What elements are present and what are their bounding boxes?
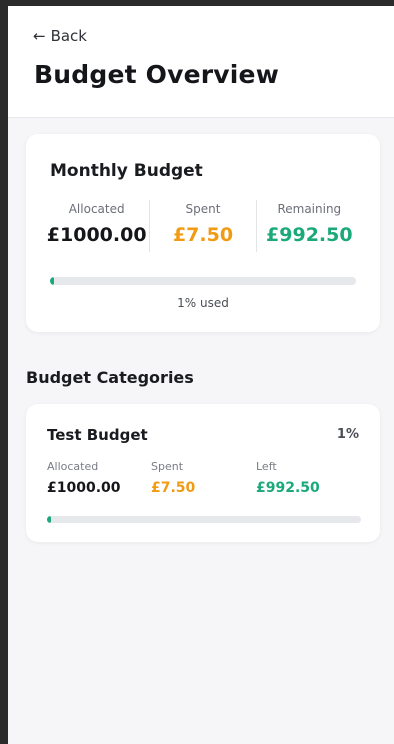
- category-left-label: Left: [256, 460, 277, 473]
- app-screen: ← Back Budget Overview Monthly Budget Al…: [8, 6, 394, 744]
- monthly-progress-fill: [50, 277, 54, 285]
- budget-stats: Allocated £1000.00 Spent £7.50 Remaining…: [44, 200, 362, 252]
- monthly-budget-title: Monthly Budget: [50, 161, 203, 181]
- back-button[interactable]: ← Back: [33, 27, 87, 45]
- category-allocated: Allocated £1000.00: [47, 460, 121, 496]
- category-name: Test Budget: [47, 426, 148, 444]
- category-allocated-value: £1000.00: [47, 480, 121, 496]
- category-left-value: £992.50: [256, 480, 320, 496]
- monthly-budget-card: Monthly Budget Allocated £1000.00 Spent …: [26, 134, 380, 332]
- category-card[interactable]: Test Budget 1% Allocated £1000.00 Spent …: [26, 404, 380, 542]
- monthly-progress-bar: [50, 277, 356, 285]
- category-spent: Spent £7.50: [151, 460, 195, 496]
- category-left: Left £992.50: [256, 460, 320, 496]
- category-spent-label: Spent: [151, 460, 184, 473]
- remaining-value: £992.50: [266, 224, 353, 246]
- budget-categories-heading: Budget Categories: [26, 368, 194, 387]
- category-spent-value: £7.50: [151, 480, 196, 496]
- remaining-stat: Remaining £992.50: [255, 200, 362, 252]
- arrow-left-icon: ←: [33, 27, 46, 45]
- category-percent: 1%: [336, 427, 359, 442]
- page-title: Budget Overview: [34, 60, 280, 89]
- category-allocated-label: Allocated: [47, 460, 99, 473]
- spent-label: Spent: [185, 202, 221, 216]
- remaining-label: Remaining: [277, 202, 342, 216]
- spent-value: £7.50: [172, 224, 234, 246]
- header: ← Back Budget Overview: [8, 6, 394, 118]
- used-percentage-text: 1% used: [177, 296, 229, 310]
- category-progress-fill: [47, 516, 51, 523]
- allocated-stat: Allocated £1000.00: [44, 200, 149, 252]
- allocated-label: Allocated: [68, 202, 125, 216]
- allocated-value: £1000.00: [46, 224, 147, 246]
- back-label: Back: [50, 27, 87, 45]
- category-progress-bar: [47, 516, 361, 523]
- spent-stat: Spent £7.50: [149, 200, 255, 252]
